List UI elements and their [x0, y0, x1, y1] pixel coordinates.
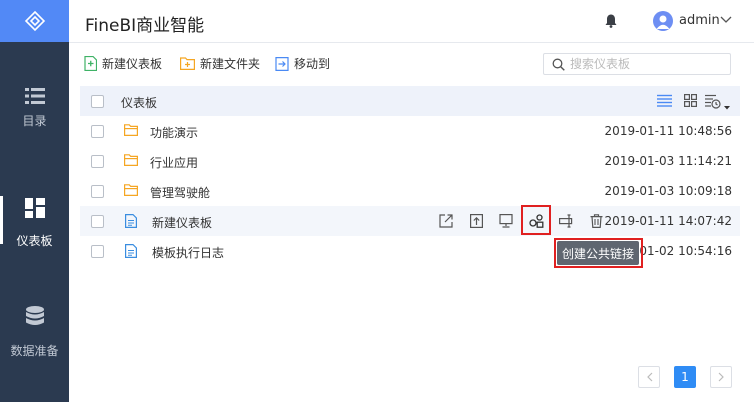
grid-view-icon[interactable] — [684, 94, 697, 107]
toolbar: 新建仪表板 新建文件夹 移动到 — [69, 43, 754, 85]
list-icon — [24, 88, 45, 104]
chevron-down-icon[interactable] — [720, 16, 732, 24]
user-icon — [656, 15, 670, 29]
rename-button[interactable] — [558, 213, 574, 229]
list-view-icon[interactable] — [657, 94, 672, 107]
page-number-button[interactable]: 1 — [674, 366, 696, 388]
avatar[interactable] — [653, 11, 673, 31]
new-dashboard-icon — [84, 56, 97, 71]
new-folder-button[interactable]: 新建文件夹 — [180, 55, 260, 72]
sidebar-item-label: 数据准备 — [10, 344, 59, 358]
sidebar-item-data-prep[interactable]: 数据准备 — [0, 306, 69, 359]
table-header: 仪表板 — [80, 86, 740, 116]
present-button[interactable] — [498, 213, 514, 229]
folder-icon — [124, 124, 138, 136]
row-time: 2019-01-11 10:48:56 — [604, 124, 732, 138]
row-time: 2019-01-11 14:07:42 — [604, 214, 732, 228]
table-row[interactable]: 新建仪表板 2019-01-11 14:07:42 — [80, 206, 740, 236]
public-link-highlight — [521, 205, 551, 235]
table-row[interactable]: 功能演示 2019-01-11 10:48:56 — [80, 116, 740, 146]
sort-icon[interactable] — [705, 94, 731, 111]
row-name[interactable]: 管理驾驶舱 — [150, 184, 210, 201]
new-dashboard-button[interactable]: 新建仪表板 — [84, 55, 162, 72]
new-folder-icon — [180, 57, 195, 70]
row-time: 2019-01-03 11:14:21 — [604, 154, 732, 168]
username[interactable]: admin — [679, 13, 720, 28]
dashboard-file-icon — [125, 214, 137, 228]
top-header: FineBI商业智能 admin — [69, 0, 754, 43]
select-all-checkbox[interactable] — [91, 95, 104, 108]
sidebar-item-dashboard[interactable]: 仪表板 — [0, 198, 69, 249]
new-dashboard-label: 新建仪表板 — [102, 57, 163, 71]
table-row[interactable]: 管理驾驶舱 2019-01-03 10:09:18 — [80, 176, 740, 206]
move-to-icon — [275, 56, 289, 71]
row-time: 2019-01-03 10:09:18 — [604, 184, 732, 198]
sidebar-item-label: 仪表板 — [16, 234, 53, 248]
app-title: FineBI商业智能 — [85, 16, 205, 36]
share-button[interactable] — [438, 213, 454, 229]
search-box[interactable] — [543, 53, 731, 75]
column-header-dashboard: 仪表板 — [121, 96, 158, 110]
export-icon — [469, 214, 483, 228]
delete-button[interactable] — [588, 213, 604, 229]
sidebar-item-label: 目录 — [22, 114, 47, 128]
search-icon — [552, 58, 565, 71]
share-icon — [439, 214, 453, 228]
row-checkbox[interactable] — [91, 245, 104, 258]
folder-icon — [124, 154, 138, 166]
row-name[interactable]: 行业应用 — [150, 154, 198, 171]
rename-icon — [558, 214, 572, 228]
row-name[interactable]: 新建仪表板 — [152, 214, 212, 231]
row-checkbox[interactable] — [91, 125, 104, 138]
sidebar: 目录 仪表板 数据准备 — [0, 0, 69, 402]
export-button[interactable] — [468, 213, 484, 229]
monitor-icon — [499, 214, 513, 228]
logo-icon — [24, 10, 45, 32]
table-row[interactable]: 行业应用 2019-01-03 11:14:21 — [80, 146, 740, 176]
next-page-button[interactable] — [710, 366, 732, 388]
search-input[interactable] — [570, 56, 725, 72]
prev-page-button[interactable] — [638, 366, 660, 388]
row-name[interactable]: 模板执行日志 — [152, 244, 224, 261]
tooltip-highlight — [554, 238, 643, 268]
row-checkbox[interactable] — [91, 215, 104, 228]
sidebar-item-catalog[interactable]: 目录 — [0, 88, 69, 129]
database-icon — [25, 306, 44, 325]
dashboard-grid-icon — [24, 198, 45, 218]
bell-icon[interactable] — [605, 14, 617, 28]
trash-icon — [590, 214, 602, 228]
dashboard-file-icon — [125, 244, 137, 258]
chevron-left-icon — [646, 372, 652, 382]
new-folder-label: 新建文件夹 — [200, 57, 261, 71]
row-checkbox[interactable] — [91, 185, 104, 198]
move-to-label: 移动到 — [294, 57, 331, 71]
move-to-button[interactable]: 移动到 — [275, 55, 330, 72]
logo[interactable] — [0, 0, 69, 42]
row-name[interactable]: 功能演示 — [150, 124, 198, 141]
row-checkbox[interactable] — [91, 155, 104, 168]
folder-icon — [124, 184, 138, 196]
chevron-right-icon — [718, 372, 724, 382]
